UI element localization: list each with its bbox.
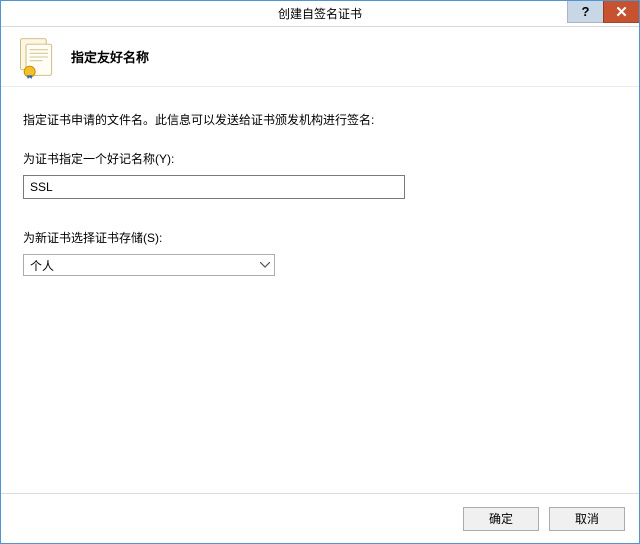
cert-store-label: 为新证书选择证书存储(S): [23, 229, 617, 246]
content-area: 指定证书申请的文件名。此信息可以发送给证书颁发机构进行签名: 为证书指定一个好记… [1, 87, 639, 493]
help-button[interactable]: ? [567, 1, 603, 23]
help-icon: ? [582, 4, 590, 19]
cert-store-field: 为新证书选择证书存储(S): 个人 [23, 229, 617, 276]
chevron-down-icon [256, 255, 274, 275]
description-text: 指定证书申请的文件名。此信息可以发送给证书颁发机构进行签名: [23, 111, 617, 128]
friendly-name-field: 为证书指定一个好记名称(Y): [23, 150, 617, 199]
close-icon: ✕ [615, 3, 628, 21]
cert-store-selected: 个人 [24, 257, 256, 274]
ok-button[interactable]: 确定 [463, 507, 539, 531]
header-title: 指定友好名称 [71, 47, 149, 66]
titlebar-buttons: ? ✕ [567, 1, 639, 23]
titlebar: 创建自签名证书 ? ✕ [1, 1, 639, 27]
window-title: 创建自签名证书 [1, 5, 639, 22]
friendly-name-label: 为证书指定一个好记名称(Y): [23, 150, 617, 167]
cancel-button[interactable]: 取消 [549, 507, 625, 531]
dialog-footer: 确定 取消 [1, 493, 639, 543]
header-section: 指定友好名称 [1, 27, 639, 87]
dialog-window: 创建自签名证书 ? ✕ 指定友好名称 指定证书申请的文件 [0, 0, 640, 544]
close-button[interactable]: ✕ [603, 1, 639, 23]
friendly-name-input[interactable] [23, 175, 405, 199]
cert-store-select[interactable]: 个人 [23, 254, 275, 276]
certificate-icon [15, 35, 59, 79]
